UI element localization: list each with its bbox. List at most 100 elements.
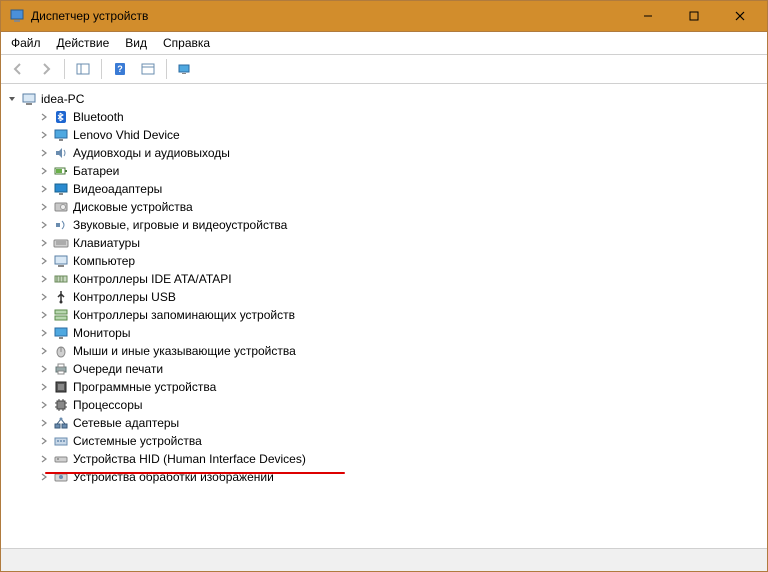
tree-category-node[interactable]: Дисковые устройства bbox=[23, 198, 763, 216]
tree-category-node[interactable]: Устройства HID (Human Interface Devices) bbox=[23, 450, 763, 468]
expand-icon[interactable] bbox=[37, 326, 51, 340]
category-label: Контроллеры IDE ATA/ATAPI bbox=[73, 272, 232, 286]
category-label: Системные устройства bbox=[73, 434, 202, 448]
ide-icon bbox=[53, 271, 69, 287]
category-label: Компьютер bbox=[73, 254, 135, 268]
tree-category-node[interactable]: Сетевые адаптеры bbox=[23, 414, 763, 432]
category-label: Очереди печати bbox=[73, 362, 163, 376]
back-button[interactable] bbox=[5, 57, 31, 81]
menu-action[interactable]: Действие bbox=[49, 34, 118, 52]
category-label: Мониторы bbox=[73, 326, 130, 340]
expand-icon[interactable] bbox=[37, 290, 51, 304]
expand-icon[interactable] bbox=[37, 182, 51, 196]
mouse-icon bbox=[53, 343, 69, 359]
tree-root-node[interactable]: idea-PC bbox=[5, 90, 763, 108]
tree-category-node[interactable]: Контроллеры IDE ATA/ATAPI bbox=[23, 270, 763, 288]
svg-text:?: ? bbox=[117, 64, 123, 74]
titlebar: Диспетчер устройств bbox=[1, 1, 767, 32]
disk-icon bbox=[53, 199, 69, 215]
tree-category-node[interactable]: Компьютер bbox=[23, 252, 763, 270]
tree-category-node[interactable]: Аудиовходы и аудиовыходы bbox=[23, 144, 763, 162]
computer-icon bbox=[53, 253, 69, 269]
expand-icon[interactable] bbox=[37, 308, 51, 322]
expand-icon[interactable] bbox=[37, 452, 51, 466]
category-label: Процессоры bbox=[73, 398, 143, 412]
battery-icon bbox=[53, 163, 69, 179]
expand-icon[interactable] bbox=[37, 272, 51, 286]
expand-icon[interactable] bbox=[37, 146, 51, 160]
category-list: Bluetooth Lenovo Vhid Device Аудиовходы … bbox=[5, 108, 763, 486]
device-tree: idea-PC Bluetooth Lenovo Vhid Device bbox=[5, 90, 763, 486]
help-button[interactable]: ? bbox=[107, 57, 133, 81]
category-label: Звуковые, игровые и видеоустройства bbox=[73, 218, 287, 232]
monitor-icon bbox=[53, 127, 69, 143]
tree-category-node[interactable]: Bluetooth bbox=[23, 108, 763, 126]
minimize-button[interactable] bbox=[625, 1, 671, 31]
expand-icon[interactable] bbox=[37, 110, 51, 124]
tree-category-node[interactable]: Видеоадаптеры bbox=[23, 180, 763, 198]
scan-hardware-button[interactable] bbox=[172, 57, 198, 81]
tree-category-node[interactable]: Контроллеры запоминающих устройств bbox=[23, 306, 763, 324]
tree-category-node[interactable]: Звуковые, игровые и видеоустройства bbox=[23, 216, 763, 234]
software-icon bbox=[53, 379, 69, 395]
device-tree-area: idea-PC Bluetooth Lenovo Vhid Device bbox=[1, 84, 767, 548]
category-label: Контроллеры USB bbox=[73, 290, 176, 304]
category-label: Батареи bbox=[73, 164, 119, 178]
collapse-icon[interactable] bbox=[5, 92, 19, 106]
category-label: Видеоадаптеры bbox=[73, 182, 162, 196]
toolbar-separator bbox=[166, 59, 167, 79]
expand-icon[interactable] bbox=[37, 218, 51, 232]
show-hide-tree-button[interactable] bbox=[70, 57, 96, 81]
category-label: Сетевые адаптеры bbox=[73, 416, 179, 430]
menu-file[interactable]: Файл bbox=[3, 34, 49, 52]
tree-category-node[interactable]: Системные устройства bbox=[23, 432, 763, 450]
category-label: Аудиовходы и аудиовыходы bbox=[73, 146, 230, 160]
expand-icon[interactable] bbox=[37, 362, 51, 376]
tree-category-node[interactable]: Батареи bbox=[23, 162, 763, 180]
menu-view[interactable]: Вид bbox=[117, 34, 155, 52]
tree-category-node[interactable]: Устройства обработки изображений bbox=[23, 468, 763, 486]
tree-category-node[interactable]: Клавиатуры bbox=[23, 234, 763, 252]
toolbar-separator bbox=[101, 59, 102, 79]
expand-icon[interactable] bbox=[37, 236, 51, 250]
tree-category-node[interactable]: Очереди печати bbox=[23, 360, 763, 378]
menu-help[interactable]: Справка bbox=[155, 34, 218, 52]
expand-icon[interactable] bbox=[37, 200, 51, 214]
category-label: Bluetooth bbox=[73, 110, 124, 124]
app-icon bbox=[9, 8, 25, 24]
expand-icon[interactable] bbox=[37, 380, 51, 394]
expand-icon[interactable] bbox=[37, 164, 51, 178]
device-manager-window: Диспетчер устройств Файл Действие Вид Сп… bbox=[0, 0, 768, 572]
menubar: Файл Действие Вид Справка bbox=[1, 32, 767, 55]
expand-icon[interactable] bbox=[37, 344, 51, 358]
speaker-icon bbox=[53, 145, 69, 161]
expand-icon[interactable] bbox=[37, 416, 51, 430]
forward-button[interactable] bbox=[33, 57, 59, 81]
window-title: Диспетчер устройств bbox=[31, 9, 625, 23]
usb-icon bbox=[53, 289, 69, 305]
tree-category-node[interactable]: Мыши и иные указывающие устройства bbox=[23, 342, 763, 360]
tree-category-node[interactable]: Мониторы bbox=[23, 324, 763, 342]
expand-icon[interactable] bbox=[37, 128, 51, 142]
expand-icon[interactable] bbox=[37, 434, 51, 448]
hid-icon bbox=[53, 451, 69, 467]
category-label: Клавиатуры bbox=[73, 236, 140, 250]
toolbar: ? bbox=[1, 55, 767, 84]
expand-icon[interactable] bbox=[37, 398, 51, 412]
category-label: Программные устройства bbox=[73, 380, 216, 394]
category-label: Дисковые устройства bbox=[73, 200, 193, 214]
properties-button[interactable] bbox=[135, 57, 161, 81]
category-label: Контроллеры запоминающих устройств bbox=[73, 308, 295, 322]
printer-icon bbox=[53, 361, 69, 377]
tree-category-node[interactable]: Контроллеры USB bbox=[23, 288, 763, 306]
tree-category-node[interactable]: Программные устройства bbox=[23, 378, 763, 396]
cpu-icon bbox=[53, 397, 69, 413]
root-label: idea-PC bbox=[41, 92, 84, 106]
tree-category-node[interactable]: Процессоры bbox=[23, 396, 763, 414]
expand-icon[interactable] bbox=[37, 254, 51, 268]
category-label: Lenovo Vhid Device bbox=[73, 128, 180, 142]
category-label: Мыши и иные указывающие устройства bbox=[73, 344, 296, 358]
tree-category-node[interactable]: Lenovo Vhid Device bbox=[23, 126, 763, 144]
close-button[interactable] bbox=[717, 1, 763, 31]
maximize-button[interactable] bbox=[671, 1, 717, 31]
